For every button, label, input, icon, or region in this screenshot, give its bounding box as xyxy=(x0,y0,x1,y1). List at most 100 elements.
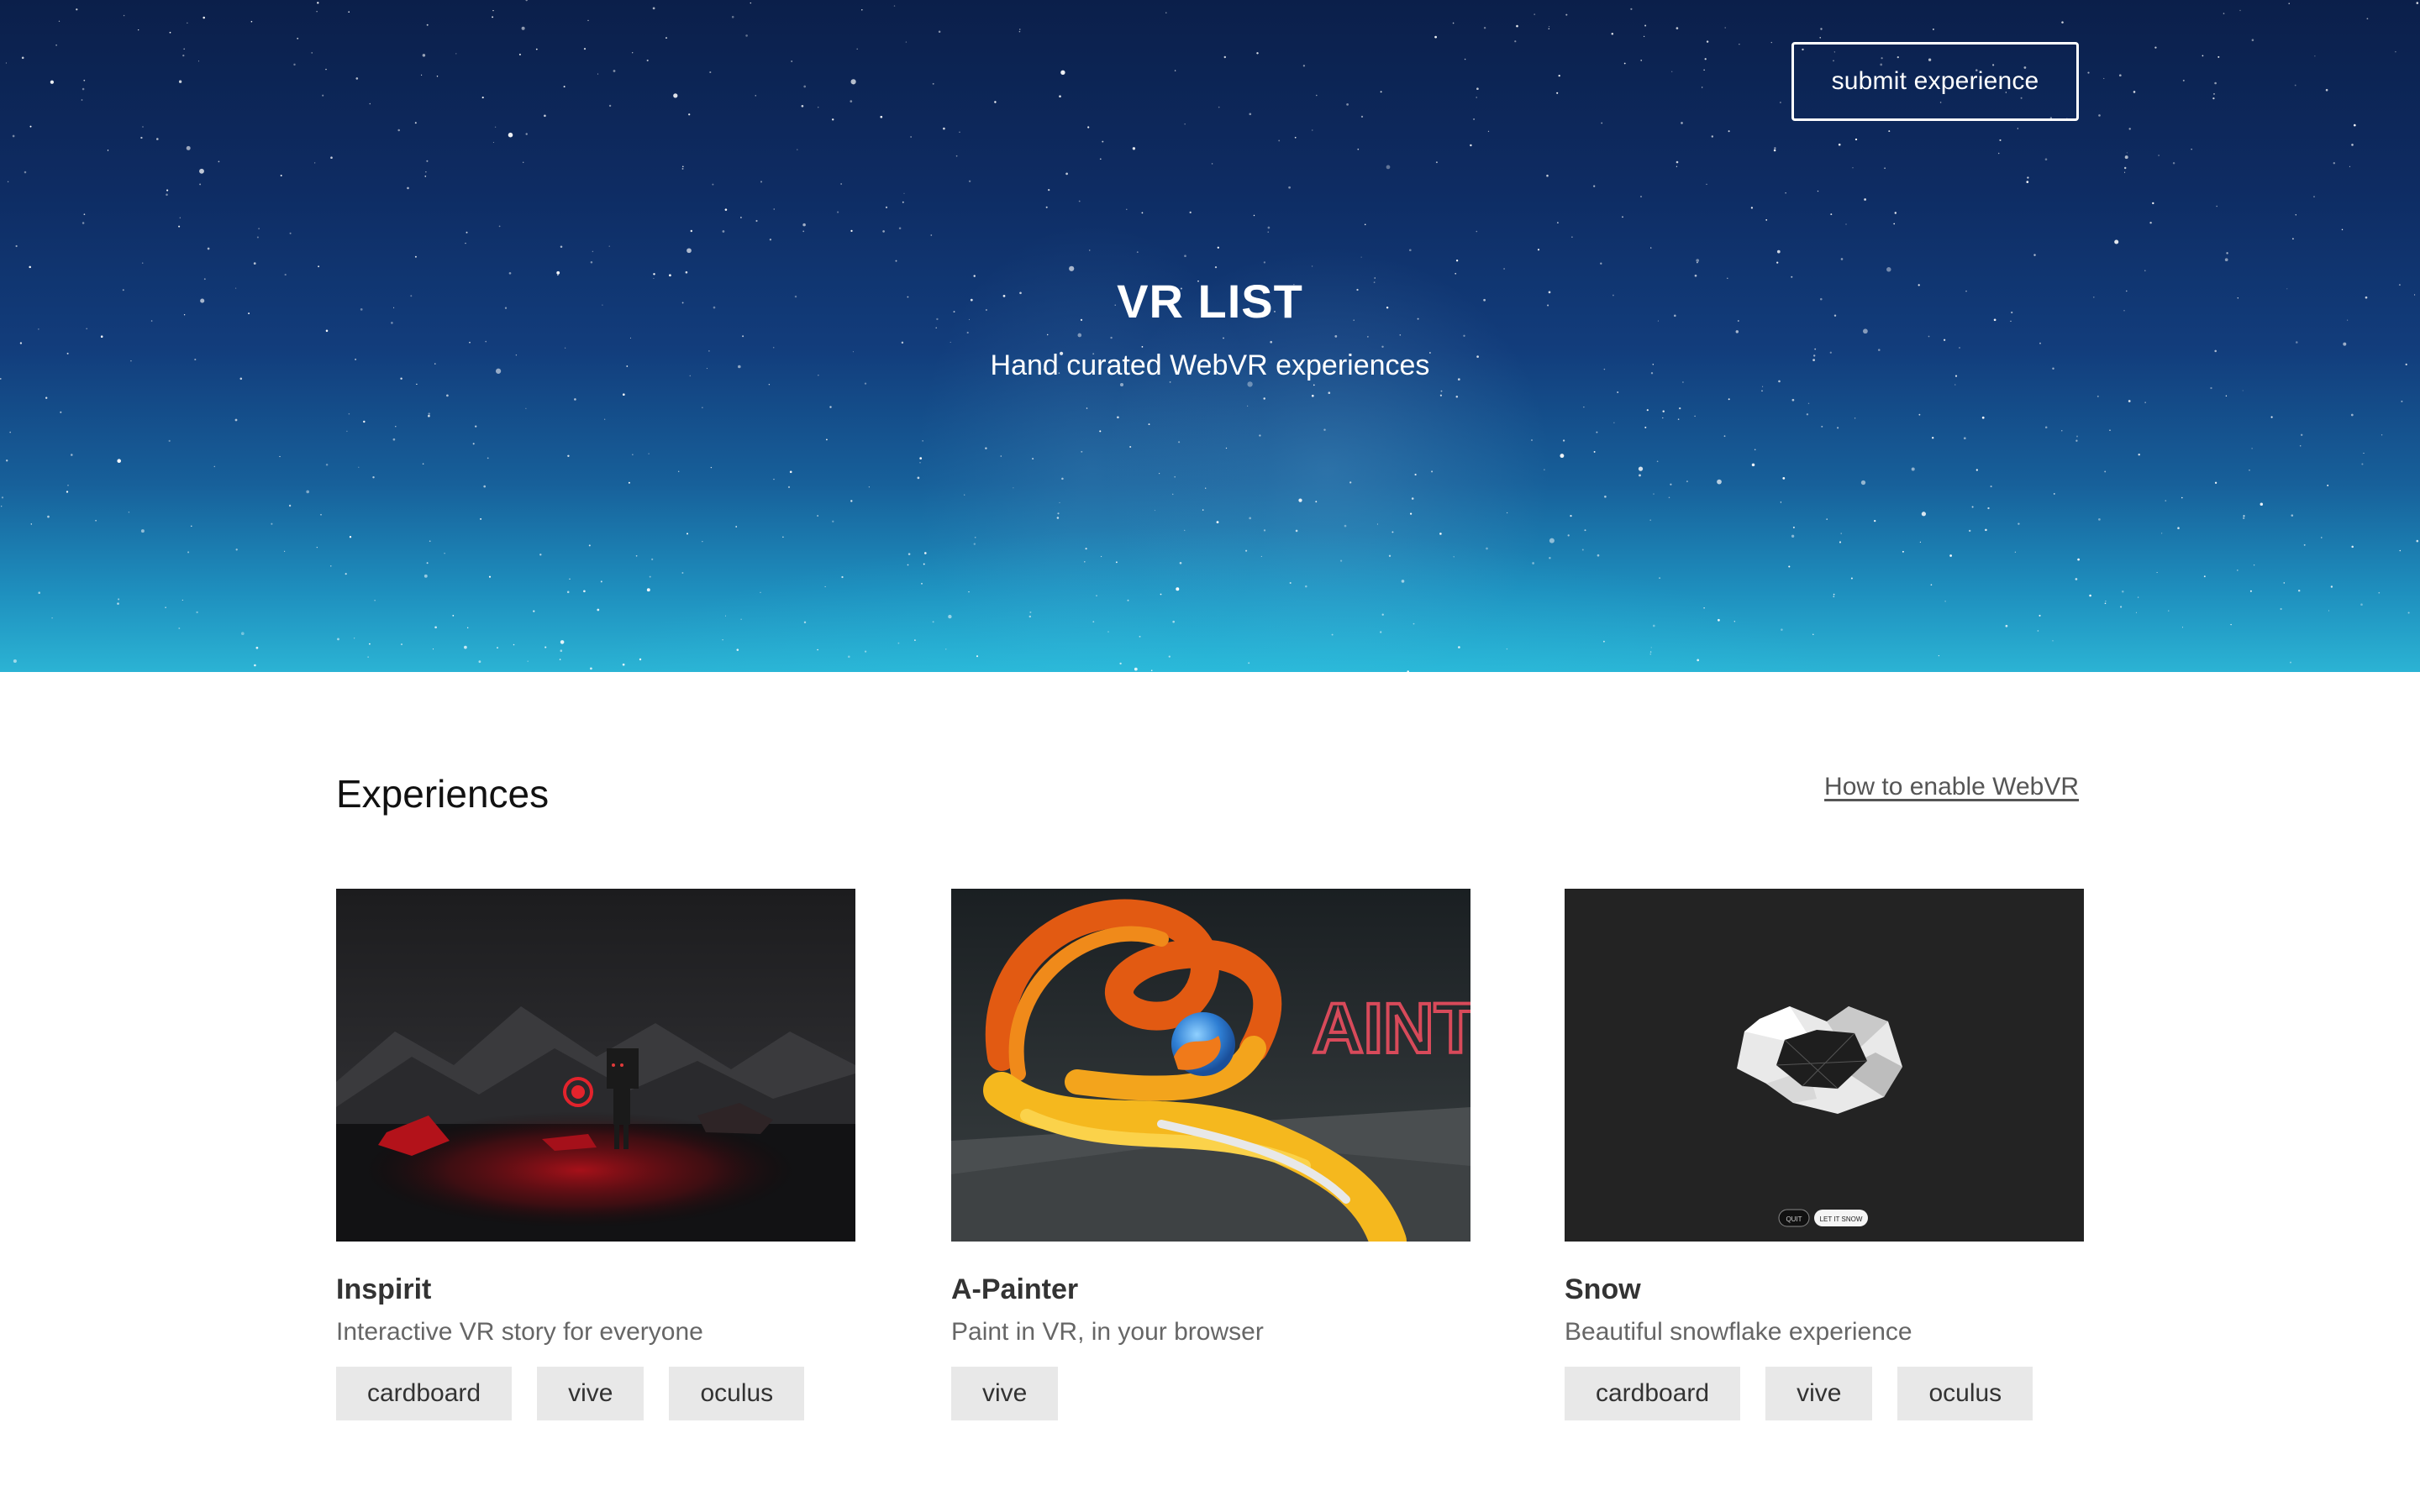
star xyxy=(2290,661,2291,664)
tag-vive[interactable]: vive xyxy=(1765,1367,1873,1420)
star xyxy=(288,504,292,507)
star xyxy=(1344,524,1347,528)
star xyxy=(1776,249,1781,254)
tag-cardboard[interactable]: cardboard xyxy=(1565,1367,1741,1420)
star xyxy=(1119,382,1124,387)
star xyxy=(416,383,418,386)
star xyxy=(1386,165,1391,170)
tag-vive[interactable]: vive xyxy=(951,1367,1059,1420)
star xyxy=(2075,439,2078,442)
star xyxy=(2236,570,2238,571)
star xyxy=(314,162,316,164)
star xyxy=(1845,223,1847,225)
star xyxy=(1380,631,1382,633)
star xyxy=(337,638,339,641)
star xyxy=(914,639,916,641)
star xyxy=(1723,435,1726,438)
snow-thumbnail[interactable]: QUIT LET IT SNOW xyxy=(1565,889,2084,1242)
star xyxy=(1733,621,1735,622)
star xyxy=(1593,185,1596,187)
star xyxy=(2350,413,2354,417)
star xyxy=(1452,22,1455,24)
star xyxy=(183,48,186,50)
star xyxy=(2098,114,2101,117)
star xyxy=(583,590,586,593)
star xyxy=(429,540,431,543)
star xyxy=(1570,514,1572,517)
star xyxy=(1601,122,1603,124)
star xyxy=(1184,529,1186,532)
star xyxy=(1839,541,1842,543)
star xyxy=(1821,425,1823,428)
star xyxy=(426,562,429,564)
star xyxy=(1174,475,1176,478)
star xyxy=(1557,222,1559,223)
star xyxy=(651,558,654,560)
star xyxy=(1711,135,1713,138)
star xyxy=(1096,595,1097,596)
star xyxy=(2213,92,2215,95)
star xyxy=(279,455,281,458)
star xyxy=(1278,139,1281,142)
star xyxy=(1656,460,1659,463)
star xyxy=(1270,340,1273,344)
tag-oculus[interactable]: oculus xyxy=(1897,1367,2033,1420)
star xyxy=(1302,65,1306,67)
tag-oculus[interactable]: oculus xyxy=(669,1367,805,1420)
submit-experience-button[interactable]: submit experience xyxy=(1791,42,2079,121)
star xyxy=(2149,221,2152,224)
inspirit-thumbnail[interactable] xyxy=(336,889,855,1242)
star xyxy=(1189,211,1192,214)
star xyxy=(745,34,748,37)
site-subtitle: Hand curated WebVR experiences xyxy=(990,349,1430,381)
star xyxy=(306,490,310,494)
star xyxy=(837,211,839,213)
star xyxy=(1649,519,1652,522)
star xyxy=(921,582,923,585)
star xyxy=(2291,514,2294,517)
star xyxy=(1184,255,1186,258)
star xyxy=(1056,517,1060,519)
star xyxy=(1018,30,1021,33)
card-title[interactable]: A-Painter xyxy=(951,1273,1470,1306)
star xyxy=(535,48,538,50)
star xyxy=(2052,640,2054,642)
star xyxy=(1782,477,1786,480)
star xyxy=(1313,384,1315,386)
tag-cardboard[interactable]: cardboard xyxy=(336,1367,513,1420)
star xyxy=(1110,336,1113,339)
how-to-enable-webvr-link[interactable]: How to enable WebVR xyxy=(1818,773,2079,801)
card-title[interactable]: Snow xyxy=(1565,1273,2084,1306)
star xyxy=(1168,655,1171,658)
star xyxy=(213,465,216,468)
star xyxy=(1410,512,1413,515)
a-painter-thumbnail[interactable]: AINT xyxy=(951,889,1470,1242)
star xyxy=(2351,144,2354,146)
star xyxy=(1311,265,1313,267)
star xyxy=(2014,551,2017,553)
star xyxy=(2109,429,2111,432)
star xyxy=(966,331,969,334)
star xyxy=(2351,545,2354,549)
star xyxy=(1081,450,1083,453)
star xyxy=(1184,123,1186,125)
star xyxy=(1770,41,1772,44)
tag-vive[interactable]: vive xyxy=(537,1367,644,1420)
star xyxy=(426,24,429,26)
star xyxy=(1045,206,1048,208)
star xyxy=(1911,467,1915,471)
star xyxy=(497,647,498,648)
star xyxy=(1455,260,1459,262)
star xyxy=(1339,559,1343,562)
star xyxy=(2381,434,2383,436)
star xyxy=(1676,165,1678,167)
star xyxy=(2212,97,2215,100)
card-title[interactable]: Inspirit xyxy=(336,1273,855,1306)
star xyxy=(1263,397,1265,400)
star xyxy=(2077,558,2080,561)
star xyxy=(802,223,806,227)
star xyxy=(567,454,570,458)
star xyxy=(363,420,366,423)
star xyxy=(1549,538,1555,543)
star xyxy=(1,506,3,507)
